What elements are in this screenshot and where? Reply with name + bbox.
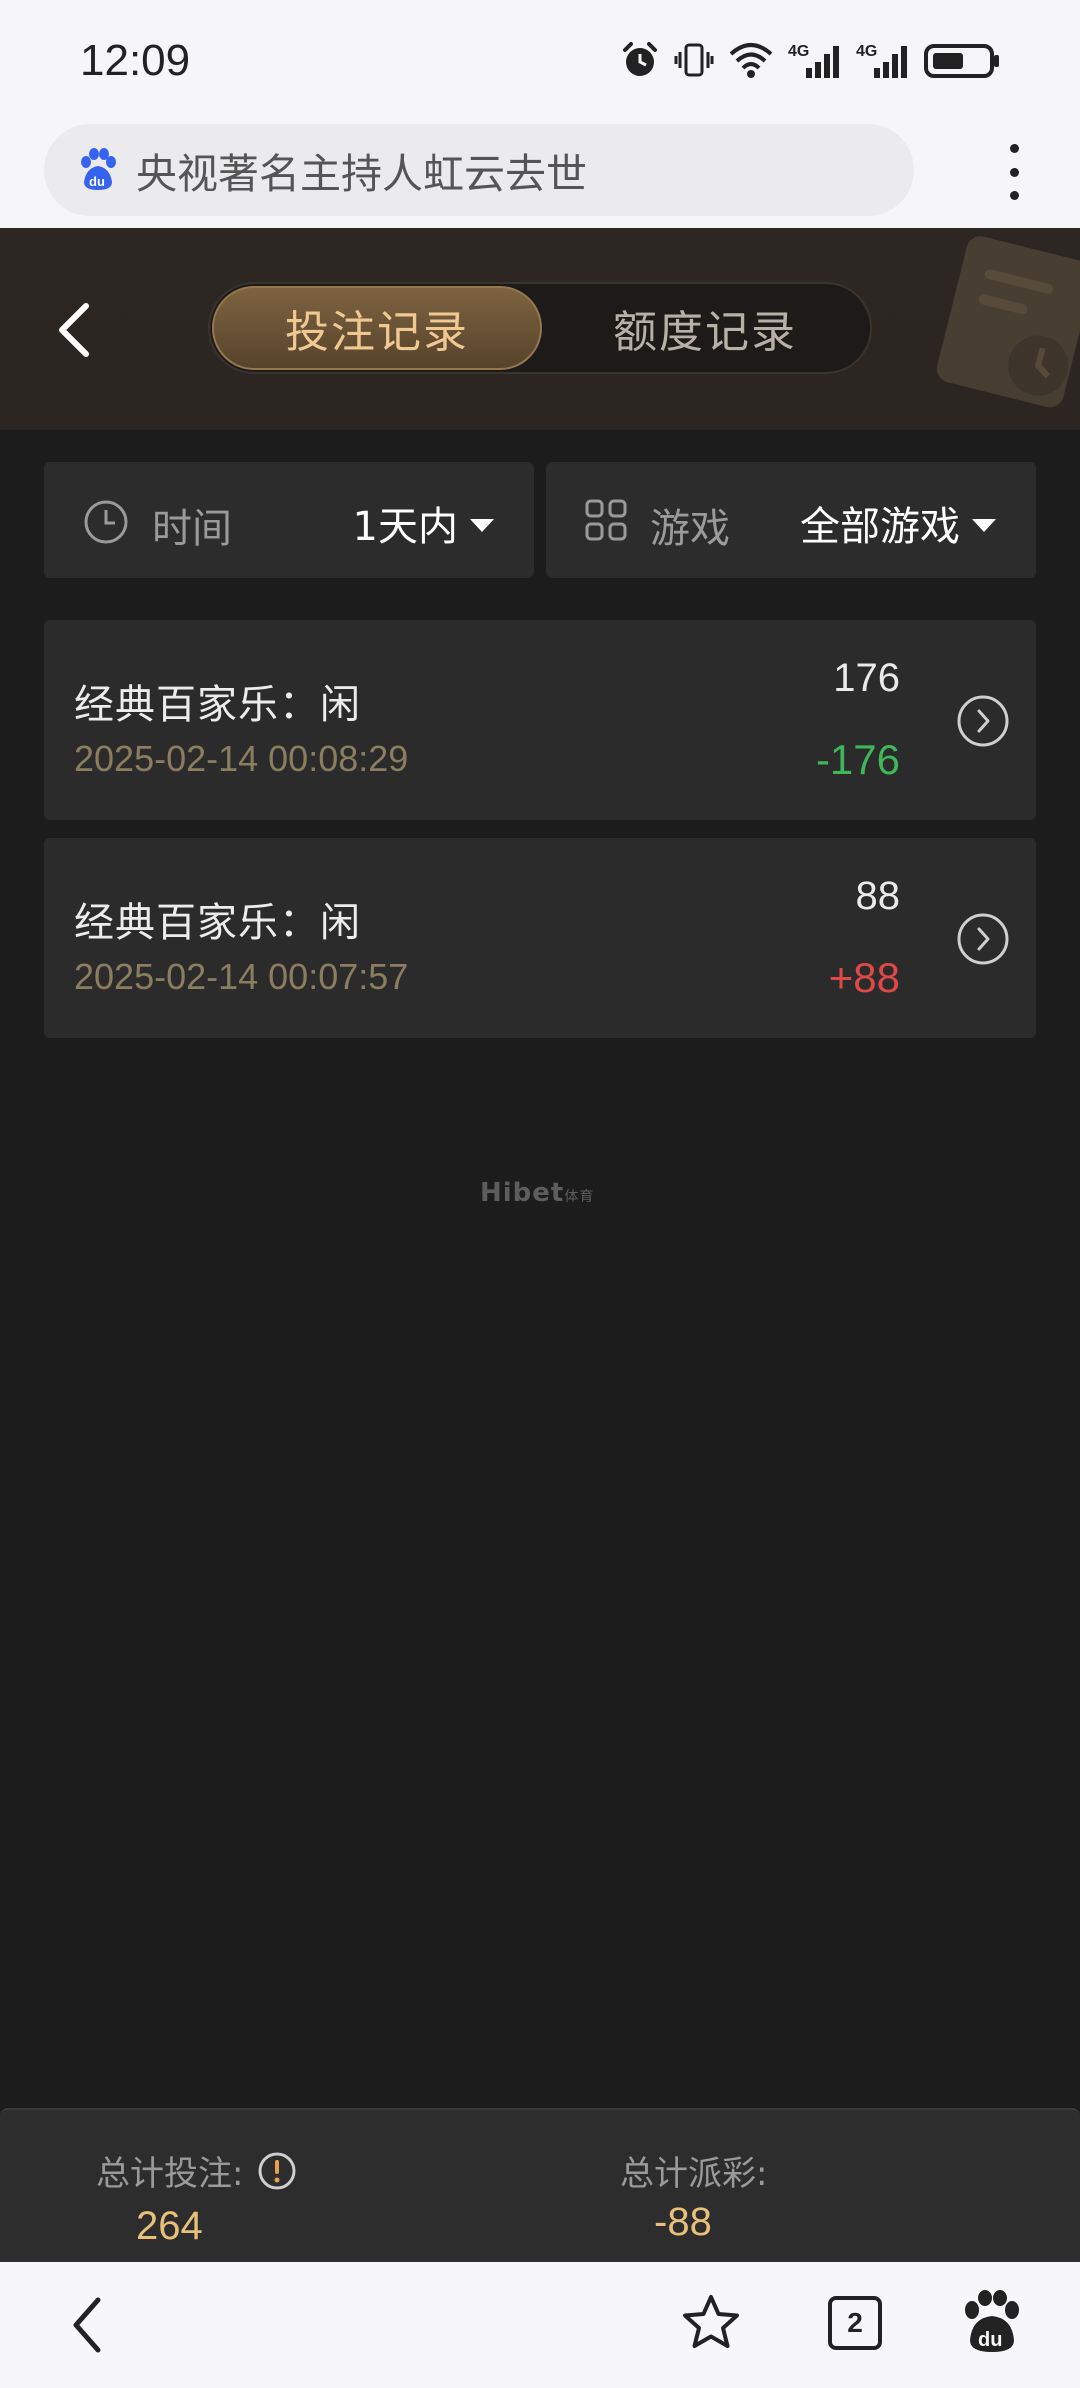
svg-text:4G: 4G (788, 43, 809, 60)
game-filter-value-text: 全部游戏 (800, 504, 960, 550)
more-dot-icon (1009, 144, 1019, 153)
record-bet-amount: 88 (855, 874, 901, 918)
tab-bet-records[interactable]: 投注记录 (212, 286, 542, 370)
baidu-home-icon[interactable]: du (962, 2290, 1022, 2354)
record-payout-amount: -176 (815, 736, 900, 783)
record-bet-amount: 176 (833, 656, 900, 700)
browser-search-text: 央视著名主持人虹云去世 (136, 150, 587, 198)
browser-back-icon[interactable] (68, 2294, 108, 2356)
vibrate-icon (674, 43, 714, 77)
summary-bar: 总计投注: 264 总计派彩: -88 (0, 2108, 1080, 2262)
bet-record-item[interactable]: 经典百家乐：闲 2025-02-14 00:08:29 176 -176 (44, 620, 1036, 820)
game-filter-label: 游戏 (650, 506, 730, 552)
app-header: 投注记录 额度记录 (0, 228, 1080, 430)
time-filter-label: 时间 (152, 506, 232, 552)
document-clock-icon (936, 236, 1080, 408)
battery-icon (924, 44, 999, 78)
svg-text:4G: 4G (856, 43, 877, 60)
total-payout-value: -88 (654, 2200, 712, 2244)
status-icons: 4G 4G (620, 40, 1000, 80)
wifi-icon (729, 43, 773, 78)
clock-icon (84, 500, 128, 544)
more-menu-button[interactable] (1006, 144, 1022, 200)
time-filter-value: 1天内 (353, 494, 494, 552)
watermark-logo: Hibet体育 (480, 1178, 594, 1208)
bet-record-item[interactable]: 经典百家乐：闲 2025-02-14 00:07:57 88 +88 (44, 838, 1036, 1038)
browser-bar: du 央视著名主持人虹云去世 (0, 118, 1080, 228)
status-bar: 12:09 4G 4G (0, 0, 1080, 118)
game-filter-value: 全部游戏 (800, 494, 996, 552)
time-filter[interactable]: 时间 1天内 (44, 462, 534, 578)
record-timestamp: 2025-02-14 00:08:29 (74, 738, 409, 779)
tab-quota-records[interactable]: 额度记录 (540, 286, 870, 370)
chevron-right-circle-icon[interactable] (956, 694, 1010, 748)
signal-4g-icon: 4G (788, 43, 839, 78)
total-bet-label: 总计投注: (96, 2154, 244, 2194)
signal-4g-icon: 4G (856, 43, 907, 78)
baidu-paw-icon: du (81, 148, 116, 190)
more-dot-icon (1009, 167, 1019, 177)
total-bet-value: 264 (136, 2204, 203, 2248)
caret-down-icon (470, 518, 494, 532)
grid-icon (585, 499, 627, 541)
info-icon[interactable] (257, 2151, 297, 2191)
record-tabs: 投注记录 额度记录 (208, 282, 872, 374)
time-filter-value-text: 1天内 (352, 504, 458, 550)
bookmark-star-icon[interactable] (680, 2292, 742, 2354)
record-game-title: 经典百家乐：闲 (74, 682, 361, 728)
more-dot-icon (1009, 191, 1019, 200)
browser-tabs-button[interactable]: 2 (828, 2296, 882, 2350)
record-payout-amount: +88 (828, 954, 900, 1001)
svg-text:du: du (89, 174, 105, 189)
back-arrow-icon[interactable] (50, 298, 100, 362)
game-filter[interactable]: 游戏 全部游戏 (546, 462, 1036, 578)
browser-bottom-nav: 2 du (0, 2262, 1080, 2388)
watermark-text: Hibet (480, 1178, 565, 1208)
record-timestamp: 2025-02-14 00:07:57 (74, 956, 409, 997)
browser-search-box[interactable]: du 央视著名主持人虹云去世 (44, 124, 914, 216)
status-time: 12:09 (80, 36, 191, 85)
svg-text:du: du (978, 2329, 1002, 2351)
alarm-icon (623, 42, 657, 76)
record-game-title: 经典百家乐：闲 (74, 900, 361, 946)
caret-down-icon (972, 518, 996, 532)
total-payout-label: 总计派彩: (620, 2154, 768, 2194)
chevron-right-circle-icon[interactable] (956, 912, 1010, 966)
watermark-small-text: 体育 (564, 1189, 595, 1205)
total-bet-label-group: 总计投注: (96, 2146, 297, 2195)
